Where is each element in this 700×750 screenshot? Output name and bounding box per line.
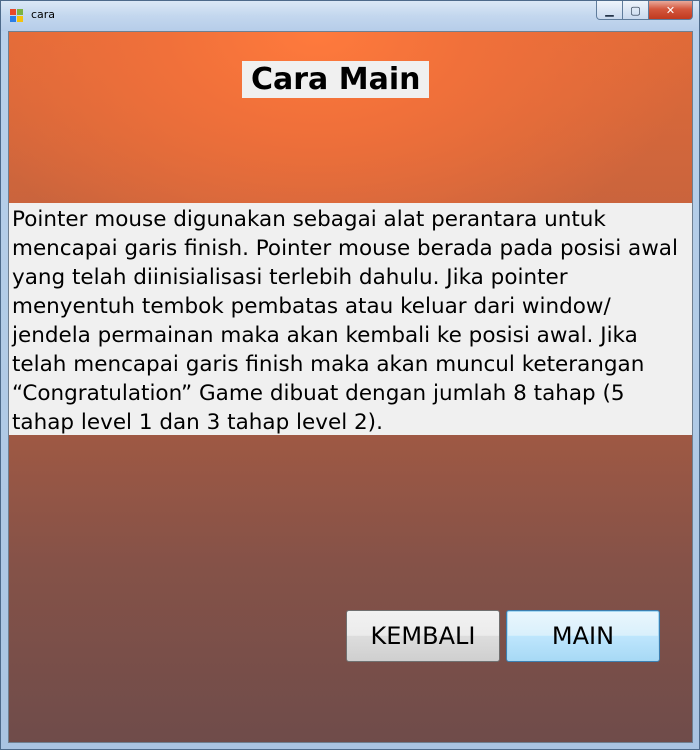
app-window: cara ▁ ▢ ✕ Cara Main Pointer mouse digun… (0, 0, 700, 750)
back-button[interactable]: KEMBALI (346, 610, 500, 662)
close-icon: ✕ (665, 3, 676, 17)
maximize-icon: ▢ (630, 3, 641, 17)
caption-buttons: ▁ ▢ ✕ (596, 1, 693, 20)
play-button[interactable]: MAIN (506, 610, 660, 662)
close-button[interactable]: ✕ (649, 1, 693, 20)
page-title: Cara Main (242, 61, 430, 98)
form-client-area: Cara Main Pointer mouse digunakan sebaga… (8, 31, 693, 743)
minimize-button[interactable]: ▁ (596, 1, 623, 20)
maximize-button[interactable]: ▢ (623, 1, 649, 20)
windows-form-icon[interactable] (10, 9, 24, 23)
instructions-text: Pointer mouse digunakan sebagai alat per… (9, 203, 692, 435)
window-title: cara (31, 8, 56, 21)
title-bar[interactable]: cara ▁ ▢ ✕ (1, 1, 699, 31)
minimize-icon: ▁ (605, 3, 614, 17)
